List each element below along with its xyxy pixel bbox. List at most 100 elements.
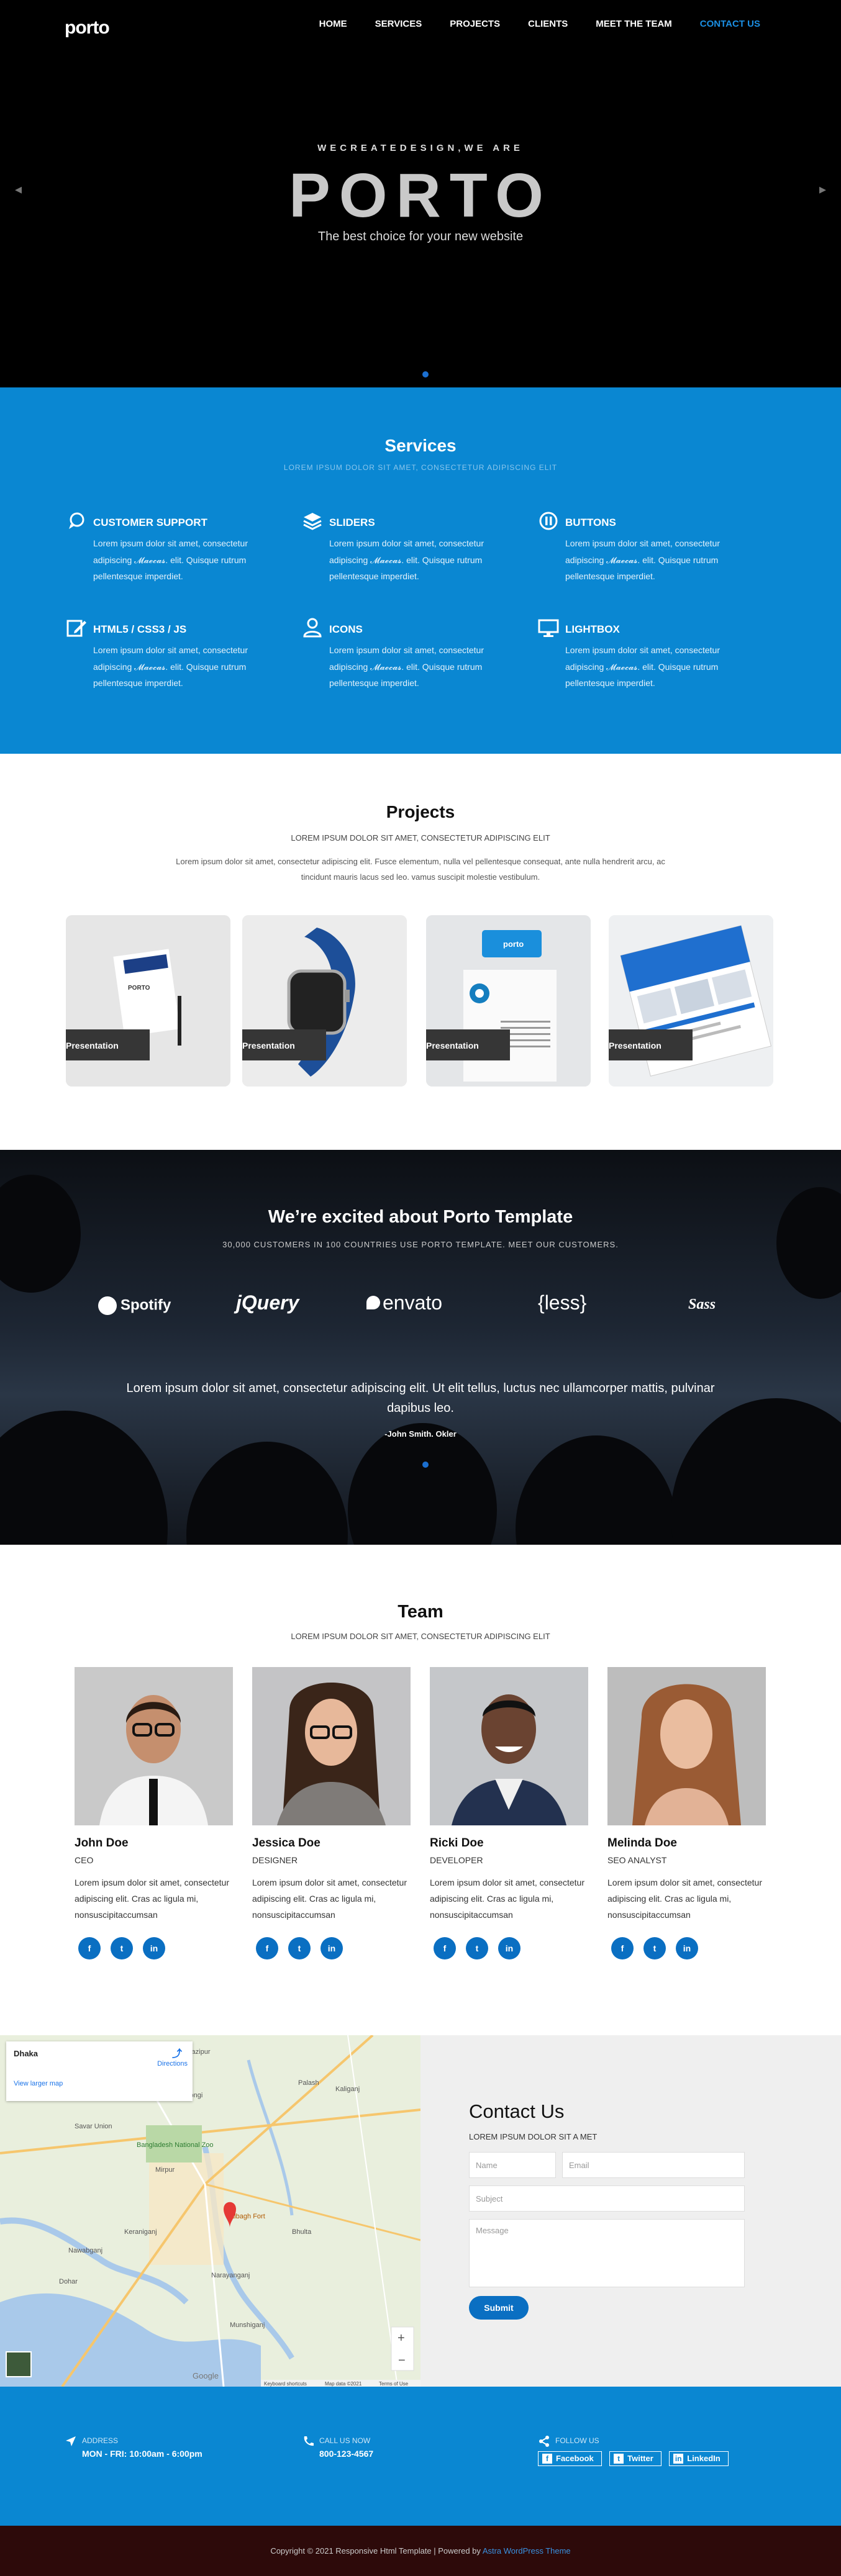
testimonials-section: We’re excited about Porto Template 30,00…	[0, 1150, 841, 1545]
member-role: CEO	[75, 1855, 94, 1865]
call-value[interactable]: 800-123-4567	[319, 2449, 373, 2459]
slider-dot[interactable]	[422, 371, 429, 377]
service-text: Lorem ipsum dolor sit amet, consectetur …	[329, 645, 484, 689]
facebook-icon[interactable]: f	[78, 1937, 101, 1959]
envato-icon	[366, 1296, 380, 1309]
footer-call: CALL US NOW 800-123-4567	[302, 2436, 373, 2459]
nav-projects[interactable]: PROJECTS	[450, 19, 500, 29]
linkedin-icon[interactable]: in	[676, 1937, 698, 1959]
testimonial-dot[interactable]	[422, 1462, 429, 1468]
services-subtitle: LOREM IPSUM DOLOR SIT AMET, CONSECTETUR …	[283, 463, 558, 472]
project-card[interactable]: porto Presentation	[426, 915, 591, 1087]
name-field[interactable]: Name	[469, 2152, 556, 2178]
message-field[interactable]: Message	[469, 2219, 745, 2287]
project-card[interactable]: Presentation	[609, 915, 773, 1087]
nav-team[interactable]: MEET THE TEAM	[596, 19, 672, 29]
linkedin-icon[interactable]: in	[320, 1937, 343, 1959]
member-photo	[252, 1667, 411, 1825]
edit-document-icon	[66, 620, 86, 637]
twitter-icon[interactable]: t	[288, 1937, 311, 1959]
theme-link[interactable]: Astra WordPress Theme	[483, 2546, 571, 2556]
hero-subtitle: The best choice for your new website	[317, 230, 524, 243]
services-title: Services	[384, 436, 457, 455]
layers-icon	[303, 513, 322, 530]
directions-link[interactable]: Directions	[157, 2060, 188, 2068]
brand-less: {less}	[538, 1291, 587, 1314]
hero-title: PORTO	[289, 161, 552, 230]
projects-section: Projects LOREM IPSUM DOLOR SIT AMET, CON…	[0, 754, 841, 1150]
linkedin-icon[interactable]: in	[143, 1937, 165, 1959]
map-data: Map data ©2021	[325, 2381, 362, 2387]
site-logo[interactable]: porto	[65, 17, 110, 38]
service-text: Lorem ipsum dolor sit amet, consectetur …	[93, 538, 248, 582]
service-title: SLIDERS	[329, 517, 375, 528]
facebook-icon[interactable]: f	[611, 1937, 634, 1959]
zoom-in-icon[interactable]: +	[398, 2331, 405, 2345]
facebook-icon[interactable]: f	[256, 1937, 278, 1959]
location-arrow-icon	[66, 2436, 76, 2446]
nav-home[interactable]: HOME	[319, 19, 347, 29]
linkedin-icon[interactable]: in	[498, 1937, 521, 1959]
footer: ADDRESS MON - FRI: 10:00am - 6:00pm CALL…	[0, 2387, 841, 2526]
twitter-icon: t	[614, 2454, 624, 2464]
hero-section: porto HOME SERVICES PROJECTS CLIENTS MEE…	[0, 0, 841, 387]
submit-button[interactable]: Submit	[469, 2296, 529, 2320]
project-caption: Presentation	[609, 1029, 693, 1060]
map-place: Dhaka	[14, 2049, 39, 2058]
project-card[interactable]: Presentation	[242, 915, 407, 1087]
brand-spotify: Spotify	[98, 1296, 171, 1315]
zoom-out-icon[interactable]: −	[398, 2354, 406, 2367]
address-value: MON - FRI: 10:00am - 6:00pm	[82, 2449, 202, 2459]
footer-linkedin-button[interactable]: in LinkedIn	[669, 2451, 729, 2466]
map-label: Bhulta	[292, 2228, 312, 2236]
directions-icon[interactable]: ⤴	[170, 2045, 184, 2059]
member-bio: Lorem ipsum dolor sit amet, consectetur …	[75, 1878, 229, 1920]
nav-contact[interactable]: CONTACT US	[700, 19, 760, 29]
member-photo	[607, 1667, 766, 1825]
crowd-silhouette	[0, 1175, 81, 1293]
service-title: CUSTOMER SUPPORT	[93, 517, 207, 528]
services-section: Services LOREM IPSUM DOLOR SIT AMET, CON…	[0, 387, 841, 754]
crowd-silhouette	[516, 1435, 677, 1545]
email-field[interactable]: Email	[562, 2152, 745, 2178]
twitter-icon[interactable]: t	[466, 1937, 488, 1959]
nav-clients[interactable]: CLIENTS	[528, 19, 568, 29]
facebook-icon[interactable]: f	[434, 1937, 456, 1959]
testimonial-quote: Lorem ipsum dolor sit amet, consectetur …	[126, 1381, 715, 1415]
member-role: DEVELOPER	[430, 1855, 483, 1865]
member-bio: Lorem ipsum dolor sit amet, consectetur …	[607, 1878, 762, 1920]
team-member: Jessica Doe DESIGNER Lorem ipsum dolor s…	[252, 1667, 411, 1959]
member-name: Jessica Doe	[252, 1837, 320, 1850]
member-name: Melinda Doe	[607, 1837, 677, 1850]
embedded-map[interactable]: Savar Union Tongi Bangladesh National Zo…	[0, 2035, 420, 2387]
footer-facebook-button[interactable]: f Facebook	[538, 2451, 602, 2466]
footer-twitter-button[interactable]: t Twitter	[609, 2451, 661, 2466]
project-card[interactable]: PORTO Presentation	[66, 915, 230, 1087]
satellite-toggle[interactable]	[6, 2351, 32, 2377]
hero-kicker: WECREATEDESIGN,WE ARE	[317, 143, 524, 153]
phone-icon	[304, 2436, 314, 2446]
nav-services[interactable]: SERVICES	[375, 19, 422, 29]
twitter-icon[interactable]: t	[111, 1937, 133, 1959]
member-bio: Lorem ipsum dolor sit amet, consectetur …	[430, 1878, 584, 1920]
member-name: Ricki Doe	[430, 1837, 484, 1850]
service-text: Lorem ipsum dolor sit amet, consectetur …	[329, 538, 484, 582]
service-text: Lorem ipsum dolor sit amet, consectetur …	[565, 538, 720, 582]
map-label: Bangladesh National Zoo	[137, 2141, 214, 2149]
team-member: Melinda Doe SEO ANALYST Lorem ipsum dolo…	[607, 1667, 766, 1959]
address-label: ADDRESS	[82, 2436, 119, 2445]
smartwatch-image	[242, 915, 407, 1087]
contact-title: Contact Us	[469, 2100, 565, 2122]
map-label: Kaliganj	[335, 2086, 360, 2093]
view-larger-map-link[interactable]: View larger map	[14, 2080, 63, 2087]
map-shortcuts[interactable]: Keyboard shortcuts	[264, 2381, 307, 2387]
member-bio: Lorem ipsum dolor sit amet, consectetur …	[252, 1878, 407, 1920]
testimonials-subtitle: 30,000 CUSTOMERS IN 100 COUNTRIES USE PO…	[222, 1240, 619, 1249]
footer-follow: FOLLOW US f Facebook t Twitter in LinkedIn	[538, 2436, 734, 2466]
map-label: Mirpur	[155, 2166, 175, 2174]
team-title: Team	[398, 1602, 443, 1622]
subject-field[interactable]: Subject	[469, 2185, 745, 2212]
map-label: Palash	[298, 2079, 319, 2087]
twitter-icon[interactable]: t	[643, 1937, 666, 1959]
map-terms[interactable]: Terms of Use	[379, 2381, 409, 2387]
